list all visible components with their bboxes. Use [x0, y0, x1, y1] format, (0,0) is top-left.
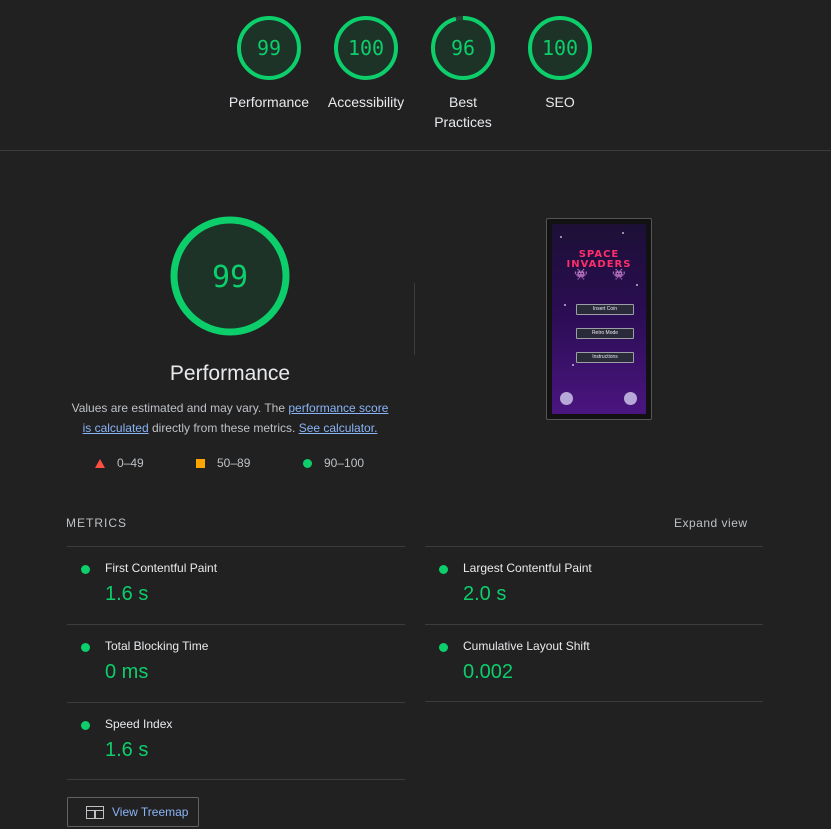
performance-main-gauge: 99	[170, 216, 290, 336]
seo-gauge-ring: 100	[528, 16, 592, 80]
best-practices-label: Best Practices	[434, 94, 492, 130]
metric-value: 1.6 s	[105, 583, 149, 605]
seo-score: 100	[542, 36, 578, 60]
pass-circle-icon	[81, 565, 90, 574]
retro-mode-button: Retro Mode	[576, 328, 634, 339]
metric-value: 0.002	[463, 661, 514, 683]
metric-label: Cumulative Layout Shift	[463, 639, 590, 653]
see-calculator-link[interactable]: See calculator.	[299, 421, 378, 435]
gauge-best-practices[interactable]: 96 Best Practices	[413, 14, 513, 132]
gauge-performance[interactable]: 99 Performance	[219, 14, 319, 112]
game-title-line2: INVADERS	[566, 259, 632, 270]
metric-largest-contentful-paint: Largest Contentful Paint 2.0 s	[425, 546, 763, 624]
desc-middle: directly from these metrics.	[148, 421, 299, 435]
planet-icon	[624, 392, 637, 405]
final-screenshot[interactable]: SPACE INVADERS 👾 👾 Insert Coin Retro Mod…	[546, 218, 652, 420]
legend-fail: 0–49	[95, 456, 144, 470]
game-logo: SPACE INVADERS	[552, 250, 646, 270]
pass-circle-icon	[81, 721, 90, 730]
best-practices-score: 96	[451, 36, 475, 60]
expand-view-toggle[interactable]: Expand view	[674, 516, 748, 530]
screenshot-screen: SPACE INVADERS 👾 👾 Insert Coin Retro Mod…	[552, 224, 646, 414]
best-practices-gauge-ring: 96	[431, 16, 495, 80]
metrics-heading: METRICS	[66, 516, 127, 530]
legend-pass-label: 90–100	[324, 456, 365, 470]
pass-circle-icon	[439, 565, 448, 574]
view-treemap-button[interactable]: View Treemap	[67, 797, 199, 827]
metric-label: Total Blocking Time	[105, 639, 209, 653]
metrics-divider	[67, 779, 405, 780]
seo-label: SEO	[545, 94, 575, 110]
square-icon	[196, 458, 205, 468]
metric-label: Largest Contentful Paint	[463, 561, 592, 575]
invader-icon: 👾	[612, 269, 626, 281]
metric-cumulative-layout-shift: Cumulative Layout Shift 0.002	[425, 624, 763, 702]
metric-speed-index: Speed Index 1.6 s	[67, 702, 405, 780]
accessibility-gauge-ring: 100	[334, 16, 398, 80]
legend-average-label: 50–89	[217, 456, 251, 470]
gauge-seo[interactable]: 100 SEO	[510, 14, 610, 112]
metrics-divider	[425, 701, 763, 702]
metric-value: 2.0 s	[463, 583, 507, 605]
metric-label: First Contentful Paint	[105, 561, 218, 575]
performance-label: Performance	[228, 94, 310, 110]
metric-first-contentful-paint: First Contentful Paint 1.6 s	[67, 546, 405, 624]
performance-gauge-ring: 99	[237, 16, 301, 80]
gauge-accessibility[interactable]: 100 Accessibility	[316, 14, 416, 112]
metric-total-blocking-time: Total Blocking Time 0 ms	[67, 624, 405, 702]
triangle-icon	[95, 458, 105, 468]
treemap-icon	[86, 805, 104, 819]
desc-prefix: Values are estimated and may vary. The	[71, 401, 289, 415]
vertical-divider	[414, 283, 415, 355]
pass-circle-icon	[81, 643, 90, 652]
metric-value: 1.6 s	[105, 739, 149, 761]
circle-icon	[303, 458, 312, 468]
performance-description: Values are estimated and may vary. The p…	[66, 398, 394, 438]
invader-icon: 👾	[574, 269, 588, 281]
metric-label: Speed Index	[105, 717, 173, 731]
performance-title: Performance	[169, 362, 291, 385]
pass-circle-icon	[439, 643, 448, 652]
planet-icon	[560, 392, 573, 405]
legend-pass: 90–100	[303, 456, 364, 470]
category-scores-bar: 99 Performance 100 Accessibility 96 Best…	[0, 0, 831, 151]
accessibility-label: Accessibility	[327, 94, 405, 110]
performance-main-score: 99	[212, 260, 248, 295]
insert-coin-button: Insert Coin	[576, 304, 634, 315]
legend-average: 50–89	[196, 456, 250, 470]
metric-value: 0 ms	[105, 661, 149, 683]
performance-score: 99	[257, 36, 281, 60]
instructions-button: Instructions	[576, 352, 634, 363]
view-treemap-label: View Treemap	[112, 805, 189, 819]
accessibility-score: 100	[348, 36, 384, 60]
legend-fail-label: 0–49	[117, 456, 144, 470]
